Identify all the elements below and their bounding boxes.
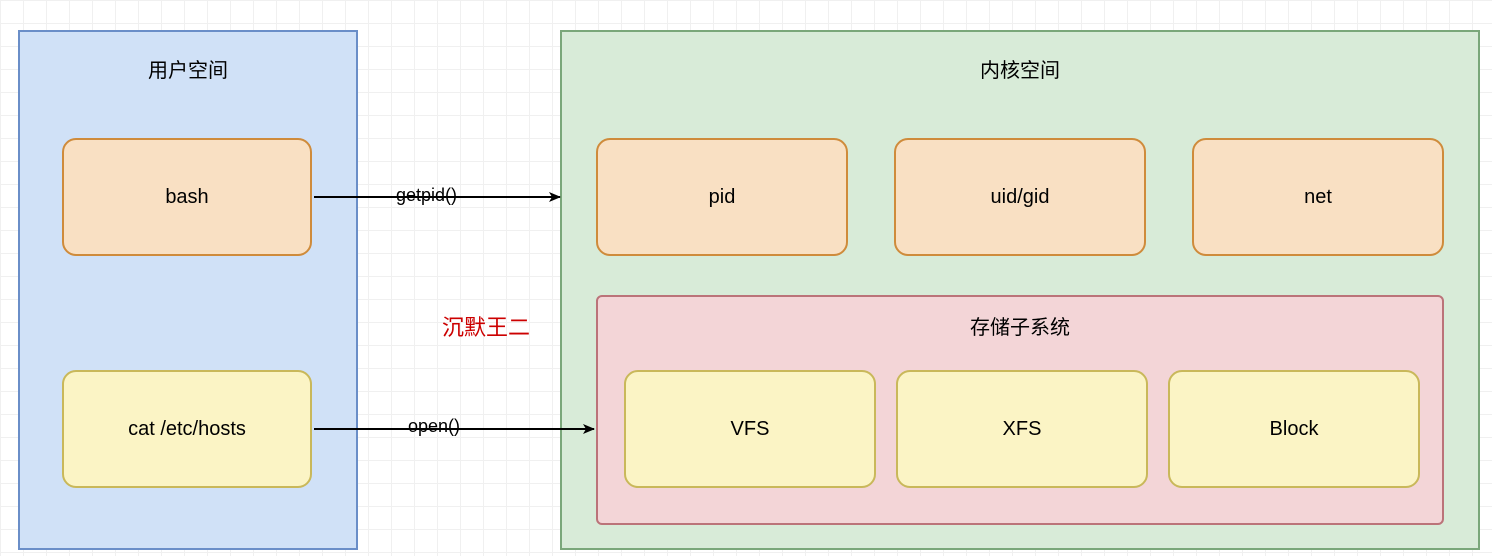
net-label: net [1304,186,1332,209]
block-label: Block [1270,418,1319,441]
getpid-label: getpid() [396,185,457,206]
vfs-label: VFS [731,418,770,441]
kernel-space-title: 内核空间 [562,54,1478,83]
uidgid-label: uid/gid [991,186,1050,209]
xfs-box: XFS [896,370,1148,488]
open-label: open() [408,416,460,437]
user-space-title: 用户空间 [20,54,356,83]
bash-label: bash [165,186,208,209]
vfs-box: VFS [624,370,876,488]
xfs-label: XFS [1003,418,1042,441]
pid-box: pid [596,138,848,256]
cat-label: cat /etc/hosts [128,418,246,441]
block-box: Block [1168,370,1420,488]
cat-box: cat /etc/hosts [62,370,312,488]
watermark-text: 沉默王二 [442,310,530,342]
pid-label: pid [709,186,736,209]
bash-box: bash [62,138,312,256]
uidgid-box: uid/gid [894,138,1146,256]
storage-title: 存储子系统 [598,311,1442,340]
net-box: net [1192,138,1444,256]
